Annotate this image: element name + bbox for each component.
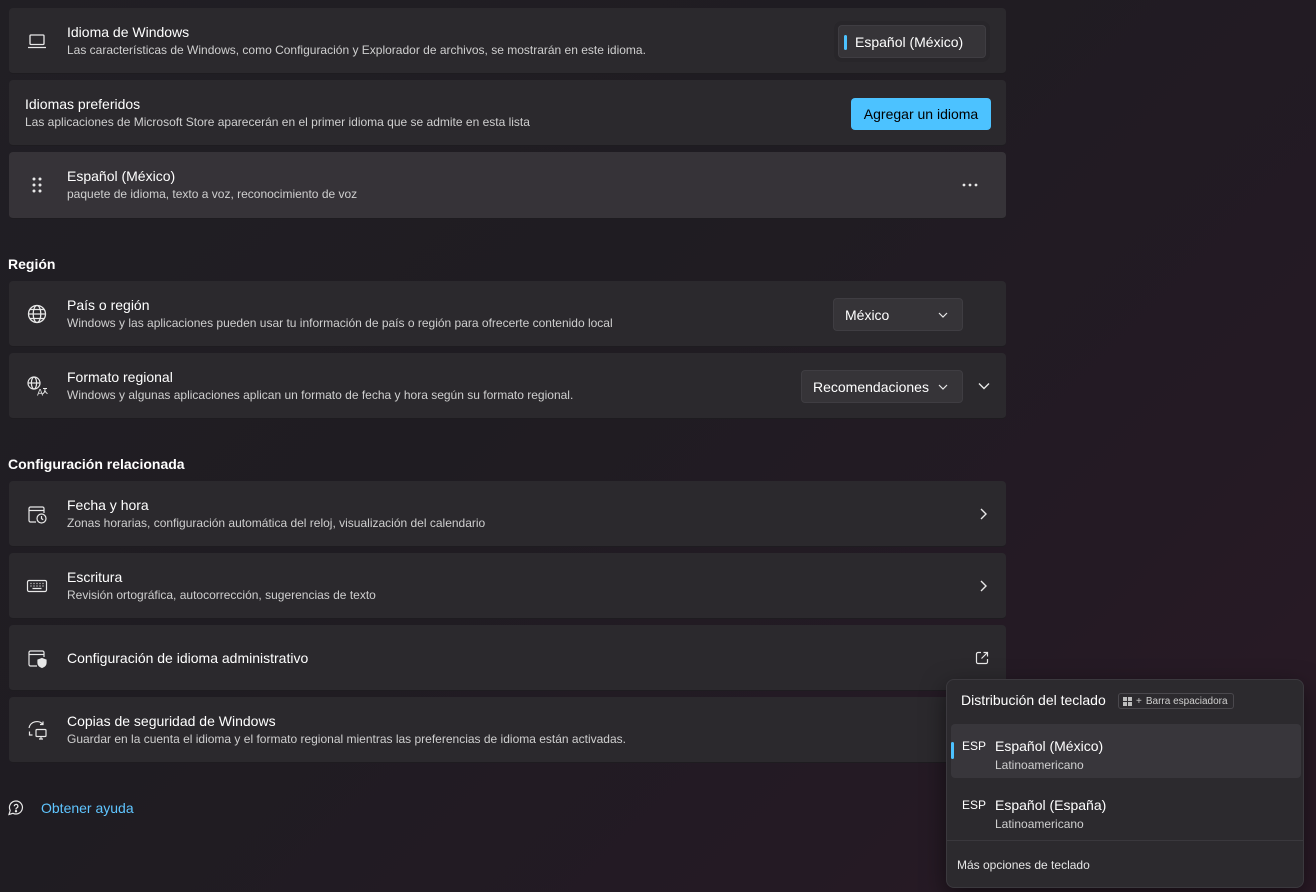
windows-language-card: Idioma de Windows Las características de… bbox=[9, 8, 1006, 74]
keyboard-layout-item[interactable]: ESP Español (España) Latinoamericano bbox=[951, 783, 1301, 837]
shield-window-icon bbox=[26, 647, 48, 669]
regional-format-title: Formato regional bbox=[67, 368, 173, 385]
globe-icon bbox=[26, 303, 48, 325]
regional-format-card[interactable]: A Formato regional Windows y algunas apl… bbox=[9, 353, 1006, 419]
language-item-name: Español (México) bbox=[67, 168, 176, 184]
language-item-detail: paquete de idioma, texto a voz, reconoci… bbox=[67, 187, 358, 201]
windows-language-subtitle: Las características de Windows, como Con… bbox=[67, 42, 646, 57]
open-external-icon bbox=[975, 651, 989, 665]
language-item-es-mx[interactable]: Español (México) paquete de idioma, text… bbox=[9, 152, 1006, 219]
chevron-down-icon bbox=[938, 384, 948, 390]
keyboard-layout-flyout: Distribución del teclado + Barra espacia… bbox=[946, 679, 1304, 888]
windows-language-value: Español (México) bbox=[855, 33, 964, 50]
regional-format-subtitle: Windows y algunas aplicaciones aplican u… bbox=[67, 387, 574, 402]
more-options-icon[interactable] bbox=[962, 183, 978, 187]
preferred-languages-card: Idiomas preferidos Las aplicaciones de M… bbox=[9, 80, 1006, 146]
windows-backup-subtitle: Guardar en la cuenta el idioma y el form… bbox=[67, 731, 626, 746]
keyboard-shortcut-hint: + Barra espaciadora bbox=[1118, 693, 1234, 709]
selected-marker bbox=[951, 742, 954, 759]
layout-code: ESP bbox=[962, 798, 987, 812]
layout-code: ESP bbox=[962, 739, 987, 753]
more-keyboard-options[interactable]: Más opciones de teclado bbox=[947, 840, 1303, 887]
date-time-title: Fecha y hora bbox=[67, 496, 149, 513]
keyboard-layout-item[interactable]: ESP Español (México) Latinoamericano bbox=[951, 724, 1301, 778]
layout-variant: Latinoamericano bbox=[995, 817, 1084, 831]
language-format-icon: A bbox=[26, 375, 48, 397]
backup-sync-icon bbox=[26, 719, 48, 741]
layout-name: Español (España) bbox=[995, 797, 1107, 813]
layout-name: Español (México) bbox=[995, 738, 1104, 754]
windows-backup-title: Copias de seguridad de Windows bbox=[67, 712, 276, 729]
layout-variant: Latinoamericano bbox=[995, 758, 1084, 772]
date-time-subtitle: Zonas horarias, configuración automática… bbox=[67, 515, 486, 530]
shortcut-key-label: Barra espaciadora bbox=[1145, 695, 1228, 707]
chevron-right-icon bbox=[980, 508, 987, 520]
region-heading: Región bbox=[8, 256, 56, 272]
chevron-down-icon bbox=[938, 312, 948, 318]
preferred-languages-title: Idiomas preferidos bbox=[25, 95, 141, 112]
windows-backup-card[interactable]: Copias de seguridad de Windows Guardar e… bbox=[9, 697, 1006, 763]
regional-format-select[interactable]: Recomendaciones bbox=[801, 370, 963, 403]
svg-text:A: A bbox=[37, 388, 44, 397]
country-region-card: País o región Windows y las aplicaciones… bbox=[9, 281, 1006, 347]
country-select[interactable]: México bbox=[833, 298, 963, 331]
typing-subtitle: Revisión ortográfica, autocorrección, su… bbox=[67, 587, 376, 602]
country-select-value: México bbox=[845, 306, 890, 323]
chevron-right-icon bbox=[980, 580, 987, 592]
windows-language-marker bbox=[844, 35, 847, 50]
regional-format-value: Recomendaciones bbox=[813, 378, 929, 395]
get-help-link[interactable]: Obtener ayuda bbox=[41, 800, 134, 816]
country-region-title: País o región bbox=[67, 296, 150, 313]
laptop-icon bbox=[26, 30, 48, 52]
add-language-button[interactable]: Agregar un idioma bbox=[851, 98, 991, 130]
keyboard-icon bbox=[26, 575, 48, 597]
help-icon bbox=[7, 799, 25, 817]
admin-language-card[interactable]: Configuración de idioma administrativo bbox=[9, 625, 1006, 691]
shortcut-plus: + bbox=[1136, 695, 1142, 707]
admin-language-title: Configuración de idioma administrativo bbox=[67, 649, 309, 666]
preferred-languages-subtitle: Las aplicaciones de Microsoft Store apar… bbox=[25, 114, 530, 129]
windows-language-title: Idioma de Windows bbox=[67, 23, 190, 40]
windows-key-icon bbox=[1123, 696, 1132, 706]
typing-card[interactable]: Escritura Revisión ortográfica, autocorr… bbox=[9, 553, 1006, 619]
drag-handle-icon[interactable] bbox=[26, 174, 48, 196]
more-keyboard-options-label: Más opciones de teclado bbox=[957, 858, 1090, 872]
calendar-clock-icon bbox=[26, 503, 48, 525]
country-region-subtitle: Windows y las aplicaciones pueden usar t… bbox=[67, 315, 613, 330]
related-settings-heading: Configuración relacionada bbox=[8, 456, 185, 472]
keyboard-flyout-title: Distribución del teclado bbox=[961, 692, 1106, 708]
windows-language-select[interactable]: Español (México) bbox=[838, 25, 986, 58]
typing-title: Escritura bbox=[67, 568, 123, 585]
expand-chevron-icon[interactable] bbox=[978, 382, 990, 389]
date-time-card[interactable]: Fecha y hora Zonas horarias, configuraci… bbox=[9, 481, 1006, 547]
